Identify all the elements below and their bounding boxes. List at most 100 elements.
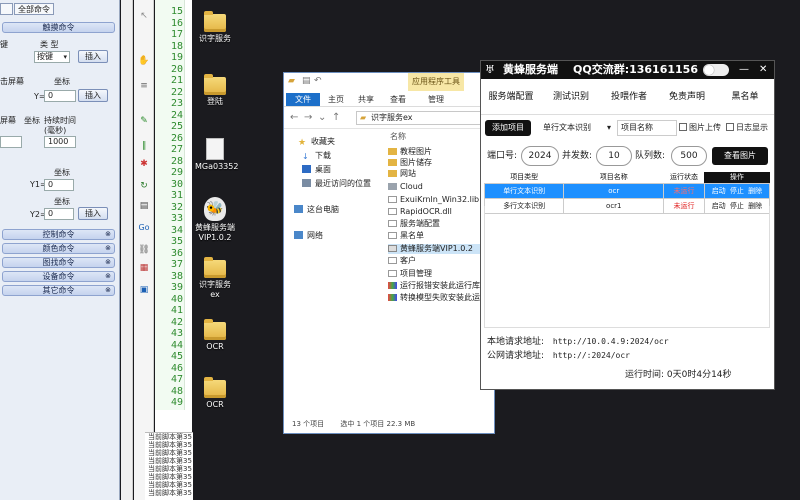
section-touch-commands[interactable]: 触摸命令 — [2, 22, 115, 33]
section-device-commands[interactable]: 设备命令 ⊗ — [2, 271, 115, 282]
file-row[interactable]: 黑名单 — [388, 231, 494, 241]
line-number: 42 — [170, 316, 183, 328]
section-color-commands[interactable]: 颜色命令 ⊗ — [2, 243, 115, 254]
y-input[interactable]: 0 — [44, 90, 76, 102]
grid-icon[interactable]: ▦ — [137, 262, 151, 274]
file-row[interactable]: 客户 — [388, 256, 494, 266]
key-select[interactable]: 按键 — [34, 51, 70, 63]
file-row[interactable]: 运行报错安装此运行库 — [388, 281, 494, 291]
section-image-commands[interactable]: 图找命令 ⊗ — [2, 257, 115, 268]
stop-button[interactable]: 停止 — [729, 186, 745, 196]
minimize-button[interactable]: — — [739, 61, 749, 79]
bug-icon[interactable]: ✱ — [137, 158, 151, 170]
tab-share[interactable]: 共享 — [354, 93, 378, 106]
file-row[interactable]: 转换模型失败安装此运行库 — [388, 293, 494, 303]
public-address-value[interactable]: http://:2024/ocr — [553, 351, 630, 360]
file-row[interactable]: ExuiKrnln_Win32.lib — [388, 195, 494, 205]
insert-button[interactable]: 插入 — [78, 207, 108, 220]
desktop-app-huangfeng[interactable]: 🐝 黄蜂服务端 VIP1.0.2 — [195, 197, 235, 243]
close-button[interactable]: ✕ — [759, 61, 767, 79]
chain-icon[interactable]: ⛓ — [137, 244, 151, 256]
queue-input[interactable]: 500 — [671, 146, 707, 166]
nav-downloads[interactable]: ↓ 下载 — [302, 151, 331, 161]
tab-blacklist[interactable]: 黑名单 — [725, 88, 765, 106]
table-row[interactable]: 单行文本识别 ocr 未运行 启动 停止 删除 — [483, 182, 771, 199]
start-button[interactable]: 启动 — [711, 186, 727, 196]
file-row[interactable]: 服务端配置 — [388, 219, 494, 229]
insert-button[interactable]: 插入 — [78, 50, 108, 63]
list-icon[interactable]: ≡ — [137, 80, 151, 92]
view-images-button[interactable]: 查看图片 — [712, 147, 768, 165]
scroll-strip[interactable] — [121, 0, 133, 500]
tab-server-config[interactable]: 服务端配置 — [485, 88, 537, 106]
tab-view[interactable]: 查看 — [386, 93, 410, 106]
nav-desktop[interactable]: 桌面 — [302, 165, 331, 175]
tab-feed-author[interactable]: 投喂作者 — [605, 88, 653, 106]
add-project-button[interactable]: 添加项目 — [485, 120, 531, 136]
explorer-titlebar[interactable]: ▰ ▤ ↶ 应用程序工具 — [284, 73, 494, 91]
tab-manage[interactable]: 管理 — [424, 93, 448, 106]
nav-recent[interactable]: 最近访问的位置 — [302, 179, 371, 189]
section-control-commands[interactable]: 控制命令 ⊗ — [2, 229, 115, 240]
port-label: 端口号: — [487, 151, 518, 161]
undo-icon[interactable]: ↶ — [314, 76, 322, 86]
desktop-folder-ocr[interactable]: OCR — [195, 319, 235, 352]
cursor-icon[interactable]: ↖ — [137, 10, 151, 22]
desktop-folder-shizi[interactable]: 识字服务 — [195, 11, 235, 44]
nav-this-pc[interactable]: 这台电脑 — [294, 205, 339, 215]
log-display-checkbox[interactable]: 日志显示 — [726, 122, 768, 134]
line-number: 22 — [170, 86, 183, 98]
desktop-folder-shizi-ex[interactable]: 识字服务ex — [195, 257, 235, 300]
project-name-input[interactable]: 项目名称 — [617, 120, 677, 136]
port-input[interactable]: 2024 — [521, 146, 559, 166]
service-titlebar[interactable]: ♅ 黄蜂服务端 QQ交流群:136161156 — ✕ — [481, 61, 774, 79]
line-number: 19 — [170, 52, 183, 63]
concurrency-input[interactable]: 10 — [596, 146, 632, 166]
code-editor[interactable]: 15 16 17 18 19 20 21 22 23 24 25 26 27 28 29 30 31 32 33 34… — [155, 0, 192, 500]
delete-button[interactable]: 删除 — [747, 186, 763, 196]
wave-icon[interactable]: ∥ — [137, 140, 151, 152]
y1-input[interactable]: 0 — [44, 179, 74, 191]
refresh-icon[interactable]: ↻ — [137, 180, 151, 192]
file-row[interactable]: 项目管理 — [388, 269, 494, 279]
tab-test-recognition[interactable]: 测试识别 — [547, 88, 595, 106]
duration-input[interactable]: 1000 — [44, 136, 76, 148]
theme-toggle[interactable] — [703, 64, 729, 76]
section-other-commands[interactable]: 其它命令 ⊗ — [2, 285, 115, 296]
image-upload-checkbox[interactable]: 图片上传 — [679, 122, 721, 134]
panel-tab-partial[interactable] — [0, 3, 13, 15]
project-type-select[interactable]: 单行文本识别 — [539, 120, 615, 136]
x-input-partial[interactable] — [0, 136, 22, 148]
y2-input[interactable]: 0 — [44, 208, 74, 220]
desktop-folder-ocr[interactable]: OCR — [195, 377, 235, 410]
file-row[interactable]: RapidOCR.dll — [388, 207, 494, 217]
column-header-name[interactable]: 名称 — [390, 131, 406, 142]
tab-disclaimer[interactable]: 免责声明 — [663, 88, 711, 106]
go-icon[interactable]: Go — [137, 222, 151, 234]
file-row[interactable]: Cloud — [388, 182, 494, 192]
hand-icon[interactable]: ✋ — [137, 55, 151, 67]
pencil-icon[interactable]: ✎ — [137, 115, 151, 127]
chevron-down-icon[interactable]: ⌄ — [318, 112, 326, 123]
forward-icon[interactable]: → — [304, 112, 312, 123]
desktop-file-mga[interactable]: MGa03352 — [195, 138, 238, 172]
up-icon[interactable]: ↑ — [332, 112, 340, 123]
file-row[interactable]: 图片储存 — [388, 158, 494, 168]
nav-network[interactable]: 网络 — [294, 231, 323, 241]
doc-icon[interactable]: ▤ — [137, 200, 151, 212]
nav-quick-access[interactable]: ★ 收藏夹 — [298, 137, 335, 148]
file-row[interactable]: 教程图片 — [388, 147, 494, 157]
tab-home[interactable]: 主页 — [324, 93, 348, 106]
tab-all-commands[interactable]: 全部命令 — [14, 3, 54, 15]
save-icon[interactable]: ▤ — [302, 76, 311, 86]
file-row-selected[interactable]: 黄蜂服务端VIP1.0.2 — [388, 244, 494, 254]
back-icon[interactable]: ← — [290, 112, 298, 123]
address-bar[interactable]: ▰ 识字服务ex — [356, 111, 492, 125]
local-address-value[interactable]: http://10.0.4.9:2024/ocr — [553, 337, 669, 346]
file-row[interactable]: 网站 — [388, 169, 494, 179]
insert-button[interactable]: 插入 — [78, 89, 108, 102]
tab-file[interactable]: 文件 — [286, 93, 320, 106]
image-icon[interactable]: ▣ — [137, 284, 151, 296]
desktop-folder-login[interactable]: 登陆 — [195, 74, 235, 107]
line-number: 41 — [170, 305, 183, 316]
